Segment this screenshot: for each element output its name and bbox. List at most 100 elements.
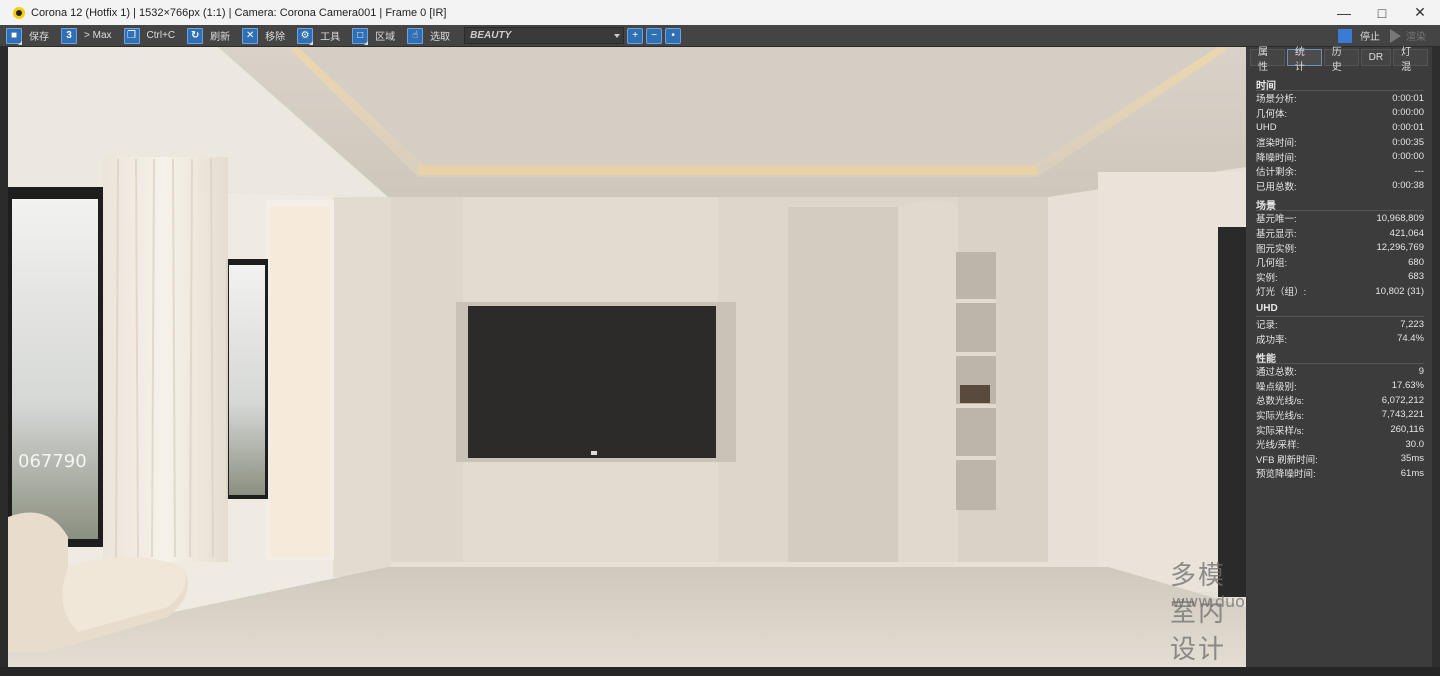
- stat-value: 421,064: [1389, 227, 1424, 239]
- stat-label: 图元实例:: [1256, 243, 1297, 255]
- stat-row: 预览降噪时间: 61ms: [1256, 466, 1424, 481]
- stop-icon[interactable]: [1338, 28, 1352, 43]
- stat-label: 噪点级别:: [1256, 381, 1297, 393]
- stat-value: 7,223: [1400, 318, 1424, 330]
- stat-value: 0:00:01: [1392, 121, 1424, 133]
- stat-value: 61ms: [1400, 467, 1424, 479]
- copy-button[interactable]: ❐ Ctrl+C: [123, 26, 182, 45]
- window-bottom-edge: [0, 667, 1440, 676]
- stat-value: 0:00:38: [1392, 180, 1424, 192]
- stat-row: 已用总数: 0:00:38: [1256, 179, 1424, 194]
- stat-row: VFB 刷新时间: 35ms: [1256, 451, 1424, 466]
- minimize-icon[interactable]: —: [1326, 0, 1362, 25]
- stat-label: 几何体:: [1256, 108, 1288, 120]
- stat-row: UHD 0:00:01: [1256, 120, 1424, 135]
- stat-label: 灯光（组）:: [1256, 287, 1307, 299]
- stat-label: 光线/采样:: [1256, 440, 1300, 452]
- region-button[interactable]: □ 区域: [352, 26, 401, 45]
- maximize-icon[interactable]: □: [1364, 0, 1400, 25]
- stat-label: 降噪时间:: [1256, 152, 1297, 164]
- stats-panel: 属性 统计 历史 DR 灯混 时间 场景分析: 0:00:01 几何体: 0:00:0…: [1246, 47, 1432, 667]
- save-button[interactable]: ■ 保存: [6, 26, 55, 45]
- stat-value: 0:00:35: [1392, 136, 1424, 148]
- send-to-max-button[interactable]: 3 > Max: [61, 26, 118, 45]
- stat-value: 0:00:00: [1392, 151, 1424, 163]
- stat-row: 通过总数: 9: [1256, 364, 1424, 379]
- stat-value: ---: [1414, 165, 1425, 177]
- stop-button[interactable]: 停止: [1360, 28, 1380, 43]
- stat-label: 成功率:: [1256, 334, 1288, 346]
- stat-value: 35ms: [1400, 453, 1424, 465]
- stat-label: 基元显示:: [1256, 229, 1297, 241]
- stat-row: 基元唯一: 10,968,809: [1256, 211, 1424, 226]
- render-button[interactable]: 渲染: [1406, 28, 1426, 43]
- stat-value: 30.0: [1405, 438, 1425, 450]
- window-right-edge: [1432, 47, 1440, 667]
- stat-label: 估计剩余:: [1256, 167, 1297, 179]
- stat-row: 实际光线/s: 7,743,221: [1256, 408, 1424, 423]
- tab-properties[interactable]: 属性: [1250, 47, 1285, 73]
- tools-button[interactable]: ⚙ 工具: [297, 26, 346, 45]
- stat-row: 实际采样/s: 260,116: [1256, 422, 1424, 437]
- tab-lightmix[interactable]: 灯混: [1393, 47, 1429, 73]
- stat-value: 6,072,212: [1381, 394, 1424, 406]
- chevron-down-icon: [614, 34, 621, 38]
- stat-label: 总数光线/s:: [1256, 396, 1305, 408]
- stat-row: 图元实例: 12,296,769: [1256, 240, 1424, 255]
- stat-value: 10,968,809: [1376, 212, 1424, 224]
- stat-value: 683: [1408, 271, 1424, 283]
- zoom-fit-icon[interactable]: •: [665, 27, 682, 44]
- tab-dr[interactable]: DR: [1360, 49, 1392, 66]
- stat-value: 10,802 (31): [1375, 285, 1424, 297]
- section-perf: 通过总数: 9 噪点级别: 17.63% 总数光线/s: 6,072,212 实际光线/s:…: [1256, 364, 1424, 481]
- section-uhd-title: UHD: [1256, 303, 1424, 317]
- stat-value: 7,743,221: [1381, 409, 1424, 421]
- pick-button[interactable]: ☝ 选取: [407, 26, 456, 45]
- zoom-out-icon[interactable]: −: [646, 27, 663, 44]
- stats-content: 时间 场景分析: 0:00:01 几何体: 0:00:00 UHD 0:00:01 渲染时间…: [1246, 67, 1432, 481]
- stat-row: 降噪时间: 0:00:00: [1256, 149, 1424, 164]
- section-time-title: 时间: [1256, 77, 1424, 92]
- stat-value: 9: [1418, 365, 1424, 377]
- window-titlebar: Corona 12 (Hotfix 1) | 1532×766px (1:1) …: [0, 0, 1440, 25]
- region-icon: □: [352, 27, 369, 44]
- stat-label: UHD: [1256, 121, 1277, 133]
- window-title: Corona 12 (Hotfix 1) | 1532×766px (1:1) …: [31, 6, 447, 19]
- refresh-button[interactable]: ↻ 刷新: [187, 26, 236, 45]
- stat-value: 12,296,769: [1376, 242, 1424, 254]
- stat-value: 0:00:01: [1392, 92, 1424, 104]
- stat-label: 已用总数:: [1256, 181, 1297, 193]
- watermark-url: www.duomowang.com: [1172, 592, 1246, 611]
- tab-history[interactable]: 历史: [1323, 47, 1359, 73]
- render-viewport[interactable]: 067790 多模室内设计网 www.duomowang.com: [8, 47, 1246, 667]
- section-time: 场景分析: 0:00:01 几何体: 0:00:00 UHD 0:00:01 渲染时间: 0:…: [1256, 91, 1424, 193]
- stat-label: 几何组:: [1256, 258, 1288, 270]
- stat-row: 记录: 7,223: [1256, 317, 1424, 332]
- copy-icon: ❐: [123, 27, 140, 44]
- panel-tabs: 属性 统计 历史 DR 灯混: [1250, 47, 1430, 73]
- close-icon[interactable]: ✕: [1402, 0, 1438, 25]
- stat-label: 预览降噪时间:: [1256, 469, 1316, 481]
- stat-row: 基元显示: 421,064: [1256, 226, 1424, 241]
- stat-row: 渲染时间: 0:00:35: [1256, 135, 1424, 150]
- section-perf-title: 性能: [1256, 350, 1424, 365]
- stat-value: 680: [1408, 256, 1424, 268]
- play-icon[interactable]: [1390, 28, 1401, 43]
- stat-row: 场景分析: 0:00:01: [1256, 91, 1424, 106]
- frame-counter: 067790: [18, 451, 87, 472]
- stat-label: VFB 刷新时间:: [1256, 454, 1318, 466]
- corona-app-icon: [13, 6, 25, 19]
- watermark-text: 多模室内设计网: [1170, 561, 1227, 665]
- zoom-in-icon[interactable]: +: [627, 27, 644, 44]
- tab-stats[interactable]: 统计: [1286, 47, 1322, 73]
- render-channel-select[interactable]: BEAUTY: [464, 27, 625, 44]
- stat-value: 17.63%: [1391, 380, 1424, 392]
- stat-label: 实际采样/s:: [1256, 425, 1305, 437]
- remove-button[interactable]: ✕ 移除: [242, 26, 291, 45]
- section-scene: 基元唯一: 10,968,809 基元显示: 421,064 图元实例: 12,296,7…: [1256, 211, 1424, 299]
- stat-label: 基元唯一:: [1256, 214, 1297, 226]
- stat-label: 场景分析:: [1256, 94, 1297, 106]
- stat-row: 估计剩余: ---: [1256, 164, 1424, 179]
- stat-value: 74.4%: [1397, 333, 1424, 345]
- stat-row: 成功率: 74.4%: [1256, 331, 1424, 346]
